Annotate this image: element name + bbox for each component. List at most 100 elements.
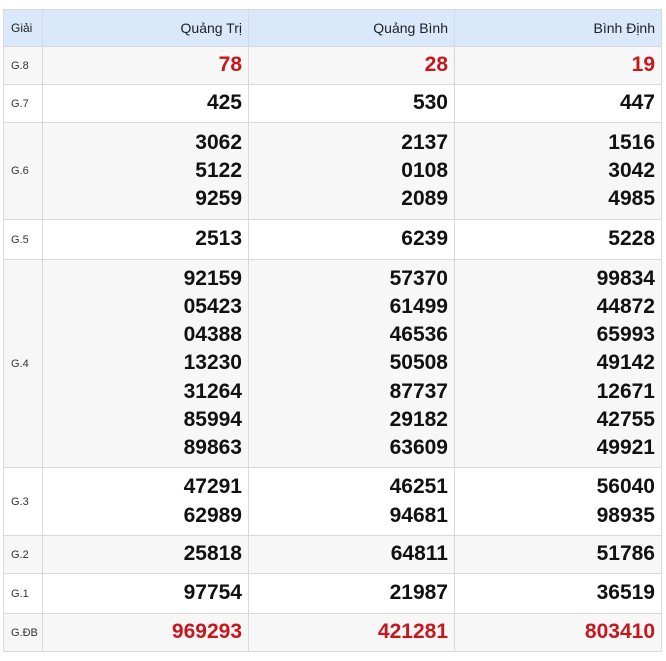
prize-number: 36519 [596, 581, 655, 605]
prize-number: 63609 [389, 436, 448, 459]
prize-cell: 803410 [454, 613, 662, 652]
prize-number: 61499 [389, 294, 448, 318]
prize-cell: 969293 [42, 613, 249, 652]
prize-cell: 19 [454, 46, 662, 85]
prize-number: 04388 [183, 323, 242, 347]
prize-cell: 97754 [42, 573, 249, 614]
prize-number: 64811 [390, 542, 448, 566]
prize-cell: 1516 3042 4985 [454, 122, 662, 220]
prize-label: G.7 [3, 84, 43, 123]
prize-number: 97754 [183, 581, 242, 605]
prize-row: G.3 47291 62989 46251 94681 56040 98935 [3, 467, 662, 536]
prize-number: 25818 [183, 542, 242, 566]
prize-number: 19 [631, 53, 655, 77]
prize-number: 28 [424, 53, 448, 77]
lottery-results-table-wrapper: Giải Quảng Trị Quảng Bình Bình Định G.8 7… [3, 9, 662, 652]
prize-cell: 92159 05423 04388 13230 31264 85994 89863 [42, 259, 249, 468]
prize-row: G.4 92159 05423 04388 13230 31264 85994 89863 57… [3, 259, 662, 468]
prize-number: 49921 [596, 436, 655, 459]
prize-number: 3042 [608, 158, 655, 182]
prize-number: 425 [206, 91, 242, 115]
prize-number: 46251 [389, 475, 448, 499]
prize-number: 56040 [596, 475, 655, 499]
prize-cell: 25818 [42, 535, 249, 574]
prize-row: G.5 2513 6239 5228 [3, 219, 662, 260]
prize-cell: 46251 94681 [248, 467, 455, 536]
prize-label: G.8 [3, 46, 43, 85]
prize-number: 969293 [171, 620, 242, 644]
prize-cell: 3062 5122 9259 [42, 122, 249, 220]
prize-cell: 47291 62989 [42, 467, 249, 536]
prize-number: 78 [218, 53, 242, 77]
prize-row: G.6 3062 5122 9259 2137 0108 2089 1516 3042 4985 [3, 122, 662, 220]
prize-number: 2089 [401, 187, 448, 211]
prize-number: 51786 [596, 542, 655, 566]
prize-number: 57370 [389, 266, 448, 290]
prize-number: 13230 [183, 351, 242, 375]
prize-row: G.1 97754 21987 36519 [3, 573, 662, 614]
prize-number: 5228 [608, 227, 655, 251]
prize-number: 65993 [596, 323, 655, 347]
prize-number: 50508 [389, 351, 448, 375]
prize-number: 44872 [596, 294, 655, 318]
prize-number: 0108 [401, 158, 448, 182]
prize-label: G.1 [3, 573, 43, 614]
prize-number: 99834 [596, 266, 655, 290]
prize-cell: 6239 [248, 219, 455, 260]
prize-number: 2137 [401, 130, 448, 154]
prize-number: 98935 [596, 503, 655, 527]
prize-cell: 421281 [248, 613, 455, 652]
prize-number: 530 [412, 91, 448, 115]
prize-label: G.3 [3, 467, 43, 536]
prize-row: G.8 78 28 19 [3, 46, 662, 85]
prize-number: 447 [619, 91, 655, 115]
header-row: Giải Quảng Trị Quảng Bình Bình Định [3, 9, 662, 47]
prize-cell: 2137 0108 2089 [248, 122, 455, 220]
results-body: G.8 78 28 19 G.7 425 530 447 G.6 3062 5122 9259 2137… [3, 46, 662, 652]
prize-number: 6239 [401, 227, 448, 251]
prize-number: 3062 [195, 130, 242, 154]
prize-cell: 36519 [454, 573, 662, 614]
prize-cell: 447 [454, 84, 662, 123]
prize-cell: 64811 [248, 535, 455, 574]
prize-number: 31264 [183, 379, 242, 403]
prize-label: G.ĐB [3, 613, 43, 652]
prize-number: 2513 [195, 227, 242, 251]
prize-number: 87737 [389, 379, 448, 403]
prize-number: 62989 [183, 503, 242, 527]
prize-cell: 530 [248, 84, 455, 123]
prize-cell: 28 [248, 46, 455, 85]
prize-row: G.7 425 530 447 [3, 84, 662, 123]
prize-number: 421281 [377, 620, 448, 644]
prize-cell: 2513 [42, 219, 249, 260]
prize-number: 89863 [183, 436, 242, 459]
prize-number: 47291 [183, 475, 242, 499]
prize-number: 92159 [183, 266, 242, 290]
prize-number: 85994 [183, 407, 242, 431]
prize-cell: 57370 61499 46536 50508 87737 29182 63609 [248, 259, 455, 468]
prize-number: 94681 [389, 503, 448, 527]
prize-number: 9259 [195, 187, 242, 211]
prize-number: 803410 [584, 620, 655, 644]
prize-number: 1516 [608, 130, 655, 154]
prize-cell: 51786 [454, 535, 662, 574]
province-header-quang-binh[interactable]: Quảng Bình [248, 9, 455, 47]
prize-number: 46536 [389, 323, 448, 347]
prize-number: 5122 [195, 158, 242, 182]
prize-number: 4985 [608, 187, 655, 211]
prize-cell: 5228 [454, 219, 662, 260]
prize-cell: 425 [42, 84, 249, 123]
province-header-binh-dinh[interactable]: Bình Định [454, 9, 662, 47]
prize-column-header: Giải [3, 9, 43, 47]
prize-label: G.4 [3, 259, 43, 468]
prize-cell: 21987 [248, 573, 455, 614]
prize-cell: 99834 44872 65993 49142 12671 42755 49921 [454, 259, 662, 468]
prize-cell: 56040 98935 [454, 467, 662, 536]
prize-number: 29182 [389, 407, 448, 431]
prize-number: 05423 [183, 294, 242, 318]
province-header-quang-tri[interactable]: Quảng Trị [42, 9, 249, 47]
prize-label: G.6 [3, 122, 43, 220]
prize-number: 49142 [596, 351, 655, 375]
lottery-results-table: Giải Quảng Trị Quảng Bình Bình Định G.8 7… [3, 9, 662, 652]
prize-number: 12671 [596, 379, 655, 403]
